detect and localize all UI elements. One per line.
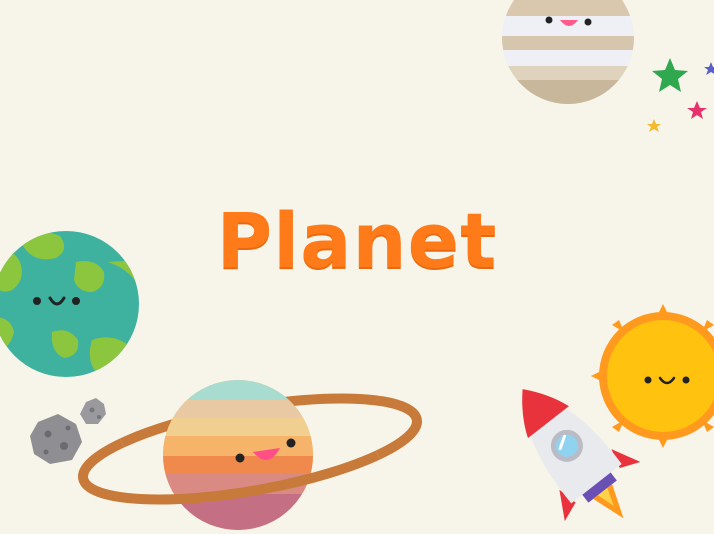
page-title: Planet (216, 196, 498, 285)
saturn-icon (78, 380, 422, 530)
stars-icon (647, 58, 714, 132)
striped-planet-icon (502, 0, 634, 104)
sun-icon (591, 304, 714, 448)
